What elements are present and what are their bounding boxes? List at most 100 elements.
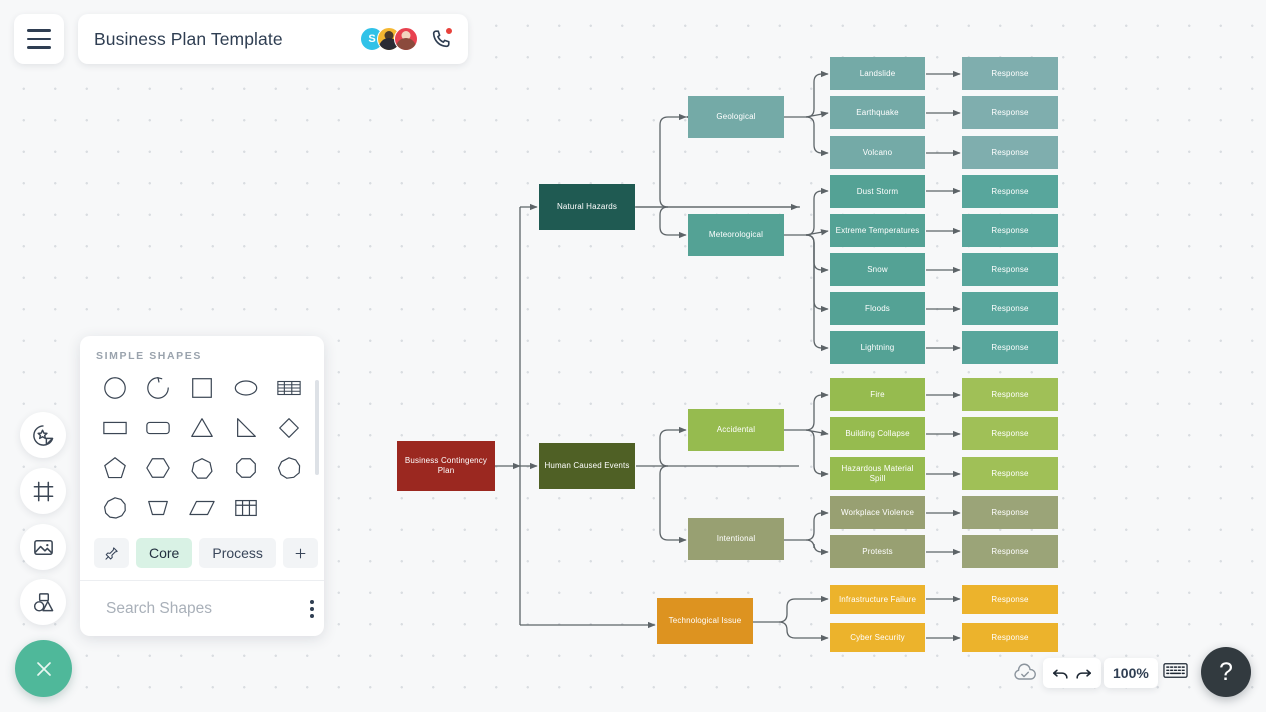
diagram-node-label: Business Contingency Plan xyxy=(404,456,488,475)
shape-nonagon[interactable] xyxy=(268,452,310,484)
shape-octagon[interactable] xyxy=(225,452,267,484)
diagram-node-label: Response xyxy=(991,147,1029,157)
shape-circle[interactable] xyxy=(94,372,136,404)
diagram-node-tech[interactable]: Technological Issue xyxy=(657,598,753,644)
diagram-node-label: Response xyxy=(991,225,1029,235)
diagram-node-lightning[interactable]: Lightning xyxy=(830,331,925,364)
diagram-node-label: Snow xyxy=(867,264,888,274)
hamburger-line xyxy=(27,46,51,49)
diagram-node-label: Response xyxy=(991,303,1029,313)
search-input[interactable] xyxy=(106,599,306,618)
shape-right-triangle[interactable] xyxy=(225,412,267,444)
image-icon[interactable] xyxy=(20,524,66,570)
diagram-node-r4[interactable]: Response xyxy=(962,175,1058,208)
panel-scrollbar[interactable] xyxy=(315,380,319,475)
diagram-node-r15[interactable]: Response xyxy=(962,623,1058,652)
page-title[interactable]: Business Plan Template xyxy=(94,29,360,50)
diagram-node-r3[interactable]: Response xyxy=(962,136,1058,169)
diagram-node-floods[interactable]: Floods xyxy=(830,292,925,325)
diagram-node-r2[interactable]: Response xyxy=(962,96,1058,129)
diagram-node-hazmat[interactable]: Hazardous Material Spill xyxy=(830,457,925,490)
diagram-node-wviolence[interactable]: Workplace Violence xyxy=(830,496,925,529)
shape-parallelogram[interactable] xyxy=(181,492,223,524)
diagram-node-label: Response xyxy=(991,594,1029,604)
shapes-icon[interactable] xyxy=(20,579,66,625)
diagram-node-label: Volcano xyxy=(862,147,893,157)
diagram-node-acc[interactable]: Accidental xyxy=(688,409,784,451)
shape-hexagon[interactable] xyxy=(138,452,180,484)
frame-icon[interactable] xyxy=(20,468,66,514)
shape-trapezoid[interactable] xyxy=(138,492,180,524)
cloud-saved-icon xyxy=(1012,660,1038,686)
phone-call-icon[interactable] xyxy=(430,27,453,50)
diagram-node-root[interactable]: Business Contingency Plan xyxy=(397,441,495,491)
kebab-dot xyxy=(310,606,314,611)
shape-triangle[interactable] xyxy=(181,412,223,444)
diagram-node-snow[interactable]: Snow xyxy=(830,253,925,286)
kebab-menu-icon[interactable] xyxy=(306,596,318,622)
shape-square[interactable] xyxy=(181,372,223,404)
pin-tab[interactable] xyxy=(94,538,129,568)
process-tab[interactable]: Process xyxy=(199,538,276,568)
shape-diamond[interactable] xyxy=(268,412,310,444)
core-tab[interactable]: Core xyxy=(136,538,193,568)
shape-heptagon[interactable] xyxy=(181,452,223,484)
diagram-node-int[interactable]: Intentional xyxy=(688,518,784,560)
diagram-node-infra[interactable]: Infrastructure Failure xyxy=(830,585,925,614)
zoom-level[interactable]: 100% xyxy=(1104,658,1158,688)
keyboard-shortcuts-icon[interactable] xyxy=(1163,661,1188,685)
shape-table[interactable] xyxy=(225,492,267,524)
kebab-dot xyxy=(310,613,314,618)
diagram-node-r13[interactable]: Response xyxy=(962,535,1058,568)
avatar-body xyxy=(396,38,416,50)
diagram-node-duststorm[interactable]: Dust Storm xyxy=(830,175,925,208)
shape-pentagon[interactable] xyxy=(94,452,136,484)
diagram-node-nat[interactable]: Natural Hazards xyxy=(539,184,635,230)
shape-list-table[interactable] xyxy=(268,372,310,404)
diagram-node-hce[interactable]: Human Caused Events xyxy=(539,443,635,489)
close-icon[interactable] xyxy=(15,640,72,697)
diagram-node-r1[interactable]: Response xyxy=(962,57,1058,90)
sticker-star-icon[interactable] xyxy=(20,412,66,458)
diagram-node-r12[interactable]: Response xyxy=(962,496,1058,529)
shape-rounded-rectangle[interactable] xyxy=(138,412,180,444)
add-library-tab[interactable] xyxy=(282,538,318,568)
diagram-node-r7[interactable]: Response xyxy=(962,292,1058,325)
diagram-node-protests[interactable]: Protests xyxy=(830,535,925,568)
diagram-node-bcollapse[interactable]: Building Collapse xyxy=(830,417,925,450)
diagram-node-landslide[interactable]: Landslide xyxy=(830,57,925,90)
avatar-initial: S xyxy=(368,33,376,45)
avatar[interactable] xyxy=(394,27,418,51)
pin-icon xyxy=(105,546,118,560)
diagram-node-label: Earthquake xyxy=(856,107,899,117)
shape-rectangle[interactable] xyxy=(94,412,136,444)
diagram-node-r10[interactable]: Response xyxy=(962,417,1058,450)
diagram-node-met[interactable]: Meteorological xyxy=(688,214,784,256)
diagram-node-volcano[interactable]: Volcano xyxy=(830,136,925,169)
diagram-node-label: Geological xyxy=(716,112,756,122)
diagram-node-label: Response xyxy=(991,107,1029,117)
shape-arc[interactable] xyxy=(138,372,180,404)
hamburger-menu-icon[interactable] xyxy=(14,14,64,64)
diagram-node-label: Landslide xyxy=(859,68,896,78)
diagram-node-label: Protests xyxy=(862,546,893,556)
diagram-node-r8[interactable]: Response xyxy=(962,331,1058,364)
redo-icon[interactable] xyxy=(1074,664,1093,683)
shape-decagon[interactable] xyxy=(94,492,136,524)
diagram-node-label: Response xyxy=(991,632,1029,642)
shapes-panel-header: SIMPLE SHAPES xyxy=(96,350,202,362)
diagram-node-r9[interactable]: Response xyxy=(962,378,1058,411)
diagram-node-earthquake[interactable]: Earthquake xyxy=(830,96,925,129)
diagram-node-r5[interactable]: Response xyxy=(962,214,1058,247)
diagram-node-r11[interactable]: Response xyxy=(962,457,1058,490)
help-button[interactable]: ? xyxy=(1201,647,1251,697)
diagram-node-label: Dust Storm xyxy=(856,186,899,196)
diagram-node-geo[interactable]: Geological xyxy=(688,96,784,138)
shape-ellipse[interactable] xyxy=(225,372,267,404)
diagram-node-extremetemp[interactable]: Extreme Temperatures xyxy=(830,214,925,247)
diagram-node-r14[interactable]: Response xyxy=(962,585,1058,614)
diagram-node-cyber[interactable]: Cyber Security xyxy=(830,623,925,652)
diagram-node-r6[interactable]: Response xyxy=(962,253,1058,286)
undo-icon[interactable] xyxy=(1051,664,1070,683)
diagram-node-fire[interactable]: Fire xyxy=(830,378,925,411)
